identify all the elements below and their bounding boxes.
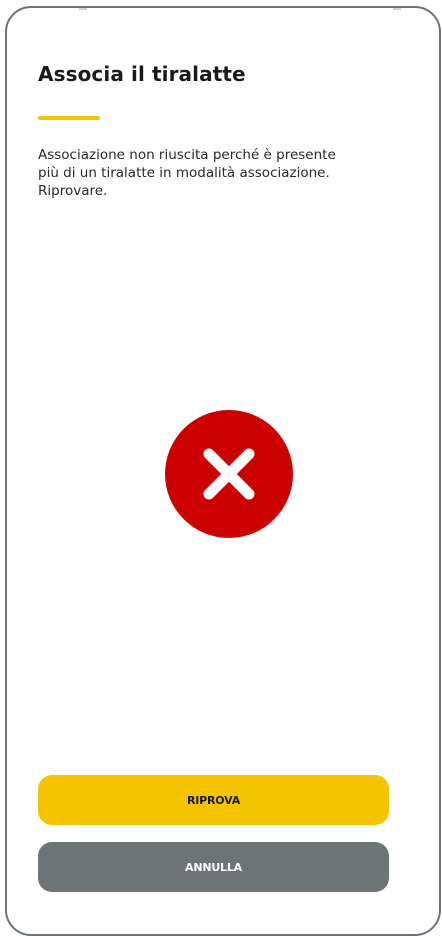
title-accent-bar [38,116,100,120]
retry-button[interactable]: RIPROVA [38,775,389,825]
error-x-icon [165,410,293,538]
page-title: Associa il tiralatte [38,62,246,86]
status-bar [37,8,409,14]
status-indicator [79,8,87,10]
error-message: Associazione non riuscita perché è prese… [38,147,336,199]
cancel-button[interactable]: ANNULLA [38,842,389,892]
x-mark-icon [203,448,255,500]
status-indicator [393,8,401,10]
